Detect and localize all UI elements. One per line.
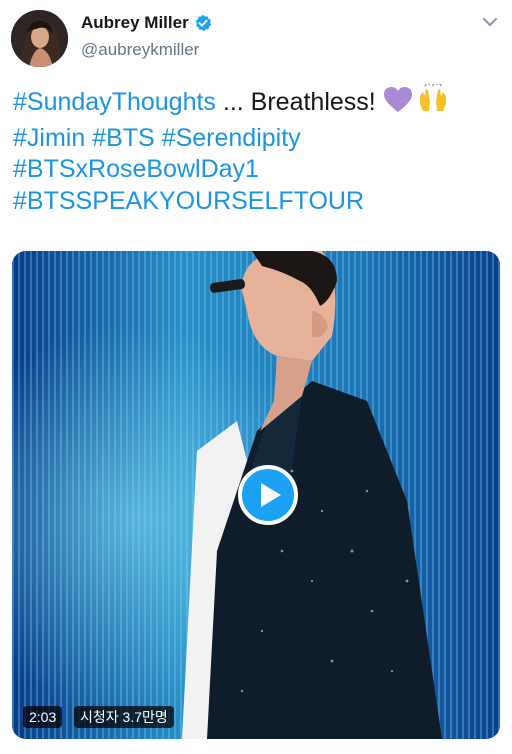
verified-badge-icon	[194, 14, 212, 32]
hashtag-bts[interactable]: #BTS	[92, 124, 155, 152]
tweet-body-text: ... Breathless!	[215, 88, 383, 116]
play-icon	[261, 483, 281, 507]
chevron-down-icon[interactable]	[480, 12, 500, 32]
tweet-line-4: #BTSSPEAKYOURSELFTOUR	[13, 186, 499, 218]
play-button[interactable]	[238, 465, 298, 525]
profile-avatar[interactable]	[11, 10, 68, 67]
tweet-line-3: #BTSxRoseBowlDay1	[13, 154, 499, 186]
user-handle[interactable]: @aubreykmiller	[81, 40, 199, 60]
purple-heart-icon	[383, 86, 413, 123]
video-duration: 2:03	[23, 706, 63, 728]
display-name[interactable]: Aubrey Miller	[81, 13, 189, 33]
hashtag-sundaythoughts[interactable]: #SundayThoughts	[13, 88, 216, 116]
video-player[interactable]: 2:03 시청자 3.7만명	[12, 251, 500, 739]
hashtag-jimin[interactable]: #Jimin	[13, 124, 85, 152]
tweet-header: Aubrey Miller @aubreykmiller	[0, 0, 512, 76]
raising-hands-icon	[417, 83, 449, 123]
tweet-line-2: #Jimin #BTS #Serendipity	[13, 123, 499, 155]
tweet-text: #SundayThoughts ... Breathless! #Jimin #…	[13, 83, 499, 218]
hashtag-btsxrosebowlday1[interactable]: #BTSxRoseBowlDay1	[13, 155, 259, 183]
hashtag-btsspeakyourselftour[interactable]: #BTSSPEAKYOURSELFTOUR	[13, 187, 364, 215]
tweet-line-1: #SundayThoughts ... Breathless!	[13, 83, 499, 123]
view-count: 시청자 3.7만명	[74, 706, 174, 728]
hashtag-serendipity[interactable]: #Serendipity	[162, 124, 301, 152]
name-row: Aubrey Miller	[81, 13, 212, 33]
